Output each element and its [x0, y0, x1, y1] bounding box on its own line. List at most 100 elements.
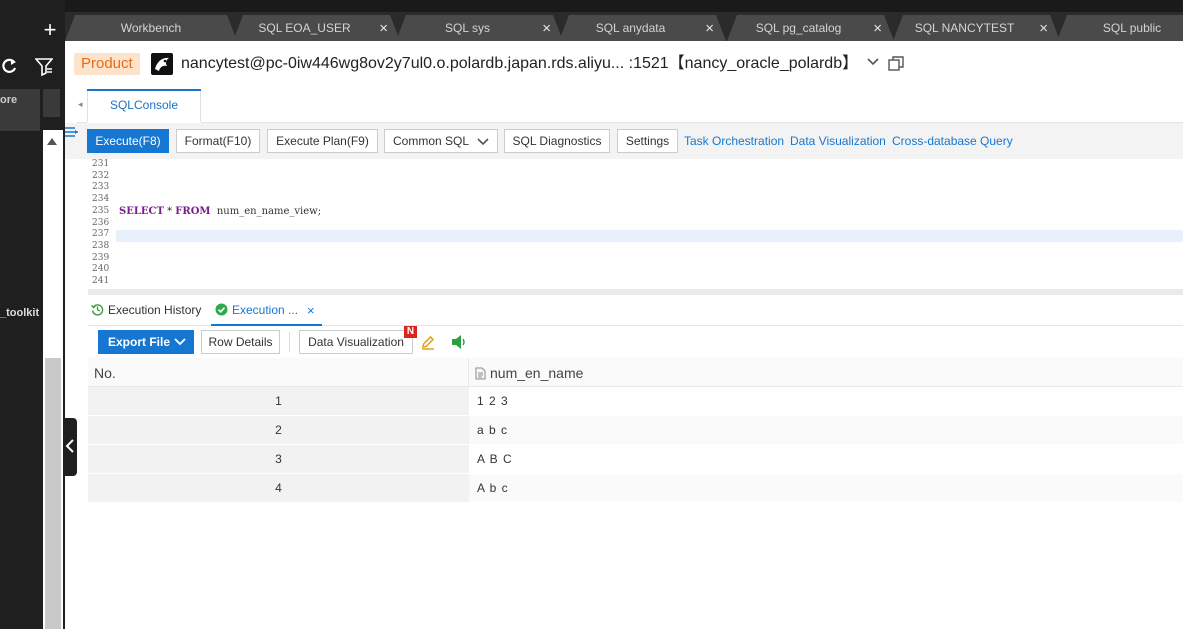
- column-divider[interactable]: [468, 358, 469, 387]
- new-window-icon[interactable]: [888, 56, 904, 72]
- tab-sql-anydata[interactable]: SQL anydata ×: [559, 15, 726, 41]
- sql-keyword-from: FROM: [175, 206, 211, 217]
- console-tab-bar: ◂ SQLConsole: [77, 89, 1183, 123]
- environment-badge: Product: [74, 53, 140, 75]
- table-row[interactable]: 1 1 2 3: [88, 387, 1183, 416]
- grid-header: No. num_en_name: [88, 358, 1183, 387]
- row-number: 3: [88, 445, 469, 473]
- settings-button[interactable]: Settings: [617, 129, 678, 153]
- tab-execution-result[interactable]: Execution ...: [211, 295, 322, 326]
- table-row[interactable]: 3 A B C: [88, 445, 1183, 474]
- table-row[interactable]: 4 A b c: [88, 474, 1183, 503]
- more-panel[interactable]: ore: [0, 89, 40, 131]
- cell-value[interactable]: 1 2 3: [477, 387, 509, 415]
- close-icon[interactable]: ×: [705, 21, 714, 36]
- filter-icon[interactable]: [35, 57, 53, 77]
- sql-diagnostics-button[interactable]: SQL Diagnostics: [504, 129, 610, 153]
- row-stripe: [469, 474, 1183, 502]
- task-orchestration-link[interactable]: Task Orchestration: [684, 134, 784, 148]
- cell-value[interactable]: A B C: [477, 445, 513, 473]
- caret-left-icon[interactable]: ◂: [78, 99, 83, 110]
- chevron-down-icon[interactable]: [866, 57, 880, 67]
- row-number: 1: [88, 387, 469, 415]
- column-header-label: num_en_name: [490, 365, 584, 381]
- export-file-button[interactable]: Export File: [98, 330, 194, 354]
- tab-sqlconsole[interactable]: SQLConsole: [87, 89, 201, 123]
- sql-keyword-select: SELECT: [119, 206, 164, 217]
- collapse-sidebar-button[interactable]: [63, 418, 77, 476]
- execute-button[interactable]: Execute(F8): [87, 129, 169, 153]
- tab-workbench[interactable]: Workbench: [65, 15, 237, 41]
- cross-database-query-link[interactable]: Cross-database Query: [892, 134, 1013, 148]
- tab-label: SQL pg_catalog: [755, 21, 842, 35]
- row-details-button[interactable]: Row Details: [201, 330, 280, 354]
- connection-bar: Product nancytest@pc-0iw446wg8ov2y7ul0.o…: [65, 41, 1183, 89]
- sql-star: *: [167, 206, 173, 217]
- line-number: 236: [92, 217, 110, 228]
- line-number: 238: [92, 240, 110, 251]
- cell-value[interactable]: a b c: [477, 416, 508, 444]
- row-stripe: [469, 416, 1183, 444]
- row-number: 4: [88, 474, 469, 502]
- tab-label: SQL EOA_USER: [258, 21, 351, 35]
- result-grid: No. num_en_name 1 1 2 3 2 a b c 3 A B C …: [88, 358, 1183, 629]
- tab-sql-pg-catalog[interactable]: SQL pg_catalog ×: [727, 15, 894, 41]
- line-number: 232: [92, 170, 110, 181]
- tab-sql-eoa-user[interactable]: SQL EOA_USER ×: [233, 15, 400, 41]
- sql-editor[interactable]: 231 232 233 234 235 236 237 238 239 240 …: [88, 159, 1183, 289]
- chevron-left-icon: [65, 439, 74, 453]
- add-icon[interactable]: +: [40, 19, 60, 42]
- execute-plan-button[interactable]: Execute Plan(F9): [267, 129, 378, 153]
- scroll-up-arrow-icon[interactable]: [47, 138, 57, 145]
- tab-execution-history[interactable]: Execution History: [91, 303, 201, 317]
- close-icon[interactable]: ×: [379, 21, 388, 36]
- tab-sql-sys[interactable]: SQL sys ×: [396, 15, 563, 41]
- edit-pencil-icon[interactable]: [420, 334, 436, 350]
- data-visualization-link[interactable]: Data Visualization: [790, 134, 886, 148]
- row-number: 2: [88, 416, 469, 444]
- line-number: 235: [92, 205, 110, 216]
- left-sidebar: + ore _toolkit: [0, 0, 65, 629]
- line-number: 233: [92, 182, 110, 193]
- tab-label: SQL sys: [445, 21, 490, 35]
- toolkit-label[interactable]: _toolkit: [0, 307, 39, 319]
- data-visualization-button[interactable]: Data Visualization: [299, 330, 413, 354]
- tab-sql-nancytest[interactable]: SQL NANCYTEST ×: [893, 15, 1060, 41]
- sql-statement[interactable]: SELECT * FROM num_en_name_view;: [119, 206, 321, 218]
- line-number: 231: [92, 159, 110, 169]
- sidebar-scroll-thumb[interactable]: [45, 358, 61, 629]
- result-tab-bar: Execution History Execution ... ×: [88, 295, 1183, 326]
- sidebar-scroll-cap: [43, 89, 60, 117]
- tab-label: Workbench: [120, 21, 182, 35]
- column-header-no[interactable]: No.: [94, 365, 116, 381]
- close-icon[interactable]: ×: [873, 21, 882, 36]
- table-row[interactable]: 2 a b c: [88, 416, 1183, 445]
- tab-label: Execution History: [108, 303, 202, 317]
- refresh-icon[interactable]: [1, 57, 17, 75]
- sql-object-name: num_en_name_view;: [216, 206, 322, 217]
- active-line-highlight: [116, 230, 1183, 242]
- history-icon: [91, 304, 104, 316]
- cell-value[interactable]: A b c: [477, 474, 509, 502]
- common-sql-dropdown[interactable]: Common SQL: [384, 129, 498, 153]
- sql-toolbar: Execute(F8) Format(F10) Execute Plan(F9)…: [65, 123, 1183, 159]
- tab-label: SQL anydata: [595, 21, 666, 35]
- speaker-icon[interactable]: [450, 334, 468, 350]
- tab-strip: Workbench SQL EOA_USER × SQL sys × SQL a…: [65, 0, 1183, 41]
- tab-label: SQL NANCYTEST: [914, 21, 1015, 35]
- result-toolbar: Export File Row Details Data Visualizati…: [88, 326, 1183, 358]
- close-icon[interactable]: ×: [542, 21, 551, 36]
- connection-string[interactable]: nancytest@pc-0iw446wg8ov2y7ul0.o.polardb…: [181, 53, 858, 75]
- column-header-num-en-name[interactable]: num_en_name: [475, 365, 583, 381]
- tab-label: SQL public: [1102, 21, 1162, 35]
- new-badge: N: [404, 326, 417, 338]
- database-logo-icon: [151, 53, 173, 75]
- close-icon[interactable]: ×: [307, 303, 315, 318]
- tab-sql-public[interactable]: SQL public: [1057, 15, 1183, 41]
- menu-lines-icon[interactable]: [65, 126, 79, 138]
- toolbar-divider: [289, 332, 290, 352]
- close-icon[interactable]: ×: [1039, 21, 1048, 36]
- line-number: 240: [92, 264, 110, 275]
- format-button[interactable]: Format(F10): [176, 129, 260, 153]
- tab-strip-topbar: [65, 0, 1183, 12]
